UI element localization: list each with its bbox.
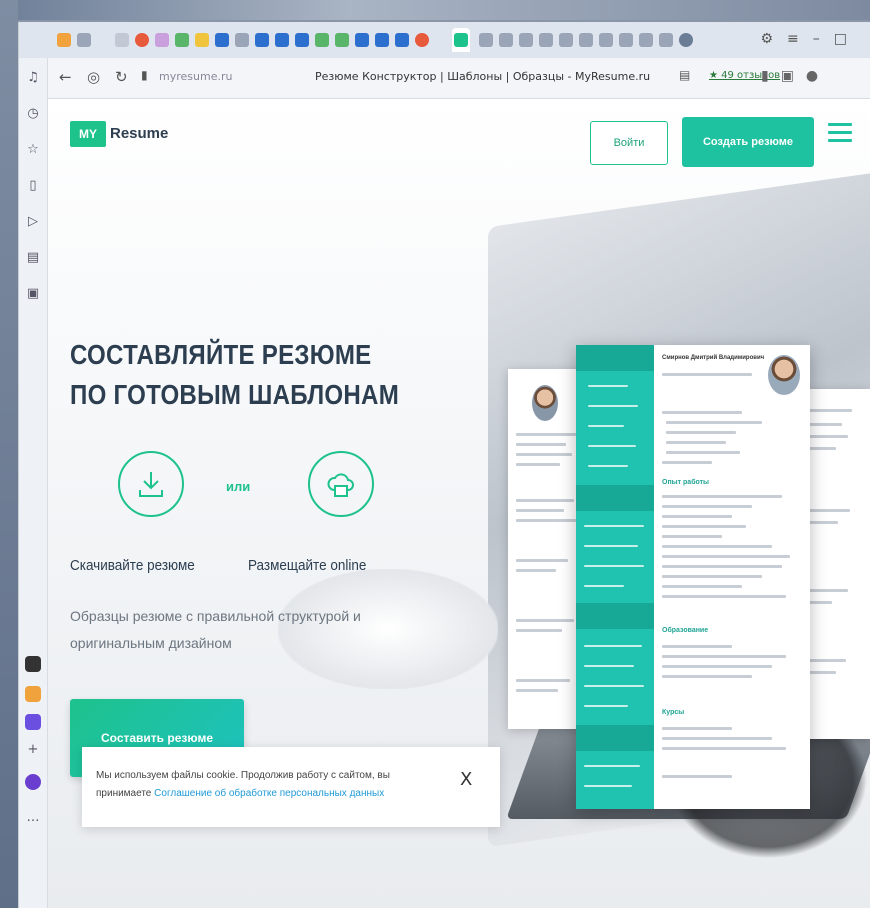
active-tab-favicon — [454, 33, 468, 47]
download-icon — [118, 451, 184, 517]
translate-icon[interactable]: ▤ — [679, 68, 690, 82]
headline-line-2: ПО ГОТОВЫМ ШАБЛОНАМ — [70, 379, 400, 410]
logo-mark[interactable]: MY — [70, 121, 106, 147]
cookie-banner: Мы используем файлы cookie. Продолжив ра… — [82, 747, 500, 827]
tab-icon[interactable] — [375, 33, 389, 47]
cloud-upload-icon — [308, 451, 374, 517]
avatar — [532, 385, 558, 421]
home-tab-icon[interactable] — [57, 33, 71, 47]
menu-icon[interactable] — [828, 123, 852, 143]
browser-window: ⚙≡–□ ← ◎ ↻ ▮ myresume.ru Резюме Конструк… — [18, 22, 870, 908]
tab-icon[interactable] — [335, 33, 349, 47]
shield-icon[interactable]: ◎ — [87, 68, 100, 86]
tab-icon[interactable] — [519, 33, 533, 47]
close-cookie-button[interactable]: X — [460, 769, 472, 790]
resume-section-experience: Опыт работы — [662, 479, 710, 486]
resume-name: Смирнов Дмитрий Владимирович — [662, 355, 765, 361]
add-icon[interactable]: + — [25, 742, 41, 758]
lock-icon: ▮ — [141, 68, 148, 82]
desktop-edge — [0, 0, 18, 908]
tab-icon[interactable] — [155, 33, 169, 47]
clock-icon[interactable]: ◷ — [25, 106, 41, 122]
url-field[interactable]: myresume.ru — [159, 67, 249, 87]
bookmark-icon[interactable]: ▮▣● — [761, 68, 830, 84]
tab-icon[interactable] — [599, 33, 613, 47]
app-icon[interactable] — [25, 714, 41, 730]
online-label: Размещайте online — [248, 557, 367, 574]
page-title: Резюме Конструктор | Шаблоны | Образцы -… — [315, 70, 651, 83]
app-icon[interactable] — [25, 656, 41, 672]
resume-section-courses: Курсы — [662, 709, 685, 716]
tab-icon[interactable] — [355, 33, 369, 47]
browser-sidebar: ♫ ◷ ☆ ▯ ▷ ▤ ▣ + … — [19, 58, 48, 908]
alice-icon[interactable]: ♫ — [25, 70, 41, 86]
tab-icon[interactable] — [195, 33, 209, 47]
tab-icon[interactable] — [115, 33, 129, 47]
tab-icon[interactable] — [559, 33, 573, 47]
tab-icon[interactable] — [235, 33, 249, 47]
tab-icon[interactable] — [499, 33, 513, 47]
app-icon[interactable] — [25, 774, 41, 790]
notes-icon[interactable]: ▯ — [25, 178, 41, 194]
login-button[interactable]: Войти — [590, 121, 668, 165]
screenshot-icon[interactable]: ▣ — [25, 286, 41, 302]
tab-icon[interactable] — [659, 33, 673, 47]
privacy-agreement-link[interactable]: Соглашение об обработке персональных дан… — [154, 788, 384, 799]
tab-icon[interactable] — [395, 33, 409, 47]
resume-section-education: Образование — [662, 627, 709, 634]
or-label: или — [226, 479, 251, 494]
window-controls[interactable]: ⚙≡–□ — [760, 31, 861, 47]
hero-headline: СОСТАВЛЯЙТЕ РЕЗЮМЕ ПО ГОТОВЫМ ШАБЛОНАМ — [70, 335, 399, 415]
play-icon[interactable]: ▷ — [25, 214, 41, 230]
more-icon[interactable]: … — [25, 810, 41, 826]
create-resume-button[interactable]: Создать резюме — [682, 117, 814, 167]
tab-icon[interactable] — [619, 33, 633, 47]
new-tab-icon[interactable] — [679, 33, 693, 47]
tab-icon[interactable] — [295, 33, 309, 47]
tab-icon[interactable] — [315, 33, 329, 47]
document-icon[interactable]: ▤ — [25, 250, 41, 266]
tab-icon[interactable] — [255, 33, 269, 47]
web-page: MY Resume Войти Создать резюме СОСТАВЛЯЙ… — [48, 99, 870, 908]
hero-description: Образцы резюме с правильной структурой и… — [70, 608, 361, 651]
page-tab-icon[interactable] — [77, 33, 91, 47]
tab-icon[interactable] — [175, 33, 189, 47]
resume-photo — [768, 355, 800, 395]
tab-icon[interactable] — [275, 33, 289, 47]
tab-icon[interactable] — [215, 33, 229, 47]
tab-icon[interactable] — [135, 33, 149, 47]
tab-strip: ⚙≡–□ — [19, 22, 870, 59]
resume-preview-main: Смирнов Дмитрий Владимирович Опыт работы… — [576, 345, 810, 809]
tab-icon[interactable] — [539, 33, 553, 47]
tab-icon[interactable] — [579, 33, 593, 47]
tab-icon[interactable] — [639, 33, 653, 47]
tab-icon[interactable] — [415, 33, 429, 47]
star-icon[interactable]: ☆ — [25, 142, 41, 158]
logo-text[interactable]: Resume — [110, 125, 168, 142]
download-label: Скачивайте резюме — [70, 557, 195, 574]
resume-sidebar — [576, 345, 654, 809]
back-arrow-icon[interactable]: ← — [59, 68, 72, 86]
tab-icon[interactable] — [479, 33, 493, 47]
desktop-background — [0, 0, 870, 20]
app-icon[interactable] — [25, 686, 41, 702]
address-bar-row: ← ◎ ↻ ▮ myresume.ru Резюме Конструктор |… — [19, 58, 870, 99]
reload-icon[interactable]: ↻ — [115, 68, 128, 86]
headline-line-1: СОСТАВЛЯЙТЕ РЕЗЮМЕ — [70, 339, 372, 370]
cookie-text: Мы используем файлы cookie. Продолжив ра… — [96, 767, 436, 803]
